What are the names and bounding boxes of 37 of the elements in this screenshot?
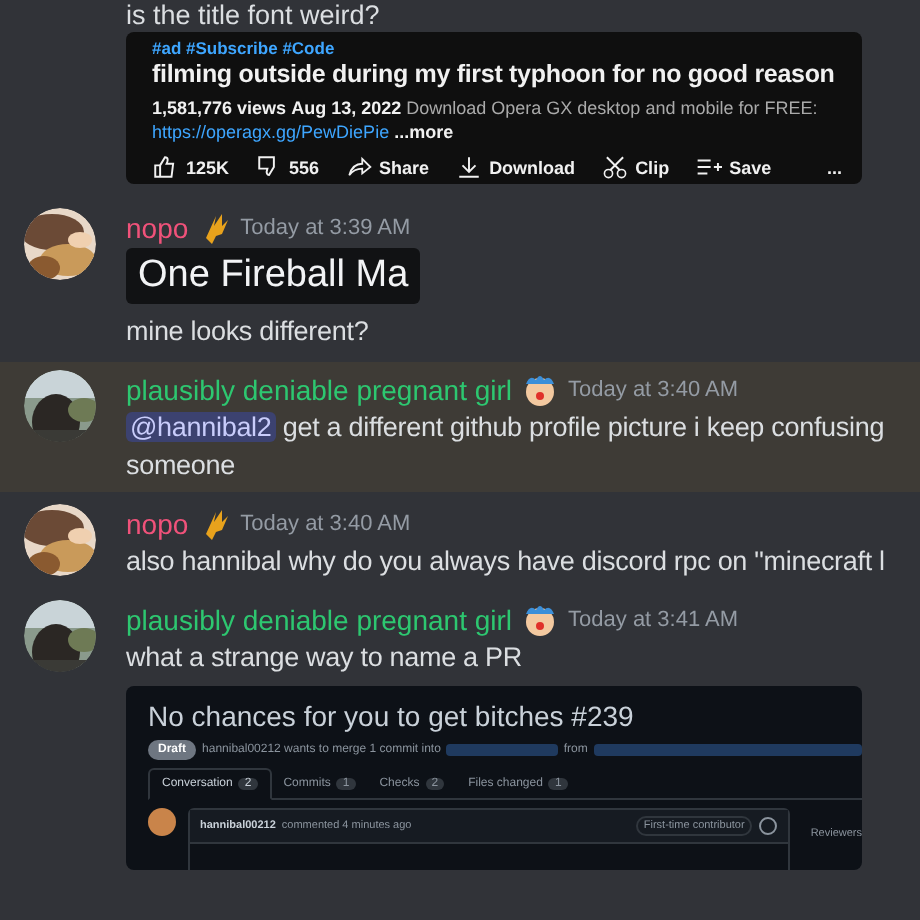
message-text: what a strange way to name a PR [126, 640, 524, 676]
message-text: also hannibal why do you always have discord rpc on "minecraft l [126, 544, 887, 580]
timestamp: Today at 3:40 AM [240, 511, 411, 535]
timestamp: Today at 3:40 AM [568, 377, 739, 401]
username[interactable]: plausibly deniable pregnant girl [126, 603, 513, 635]
clown-icon [522, 371, 559, 407]
like-button[interactable]: 125K [152, 154, 230, 180]
dislike-button[interactable]: 556 [255, 154, 320, 180]
video-description: Download Opera GX desktop and mobile for FREE: [406, 98, 818, 118]
video-title: filming outside during my first typhoon for no good reason [152, 60, 835, 88]
username[interactable]: nopo [126, 507, 189, 539]
share-icon [345, 154, 372, 180]
image-text: One Fireball Ma [126, 248, 421, 304]
description-link[interactable]: https://operagx.gg/PewDiePie [152, 122, 390, 142]
upload-date: Aug 13, 2022 [291, 98, 402, 118]
scissors-icon [601, 154, 628, 180]
message-text: @hannibal2 get a different github profile picture i keep confusing someone [126, 410, 887, 484]
more-button[interactable]: ... [826, 157, 842, 177]
timestamp: Today at 3:41 AM [568, 607, 739, 631]
share-button[interactable]: Share [345, 154, 430, 180]
download-button[interactable]: Download [455, 154, 576, 180]
username[interactable]: plausibly deniable pregnant girl [126, 373, 513, 405]
mention-link[interactable]: @hannibal2 [126, 412, 276, 442]
download-icon [455, 154, 482, 180]
timestamp: Today at 3:39 AM [240, 215, 411, 239]
message-text: is the title font weird? [126, 0, 382, 30]
more-link[interactable]: ...more [394, 122, 454, 142]
pull-request-title: No chances for you to get bitches #239 [148, 700, 636, 732]
message-text: mine looks different? [126, 314, 371, 350]
add-list-icon [695, 154, 722, 180]
thumbs-up-icon [152, 154, 178, 180]
username[interactable]: nopo [126, 211, 189, 243]
clip-button[interactable]: Clip [601, 154, 670, 180]
view-count: 1,581,776 views [152, 98, 287, 118]
clown-icon [522, 601, 559, 637]
hashtags[interactable]: #ad #Subscribe #Code [152, 38, 842, 58]
save-button[interactable]: Save [695, 154, 772, 180]
